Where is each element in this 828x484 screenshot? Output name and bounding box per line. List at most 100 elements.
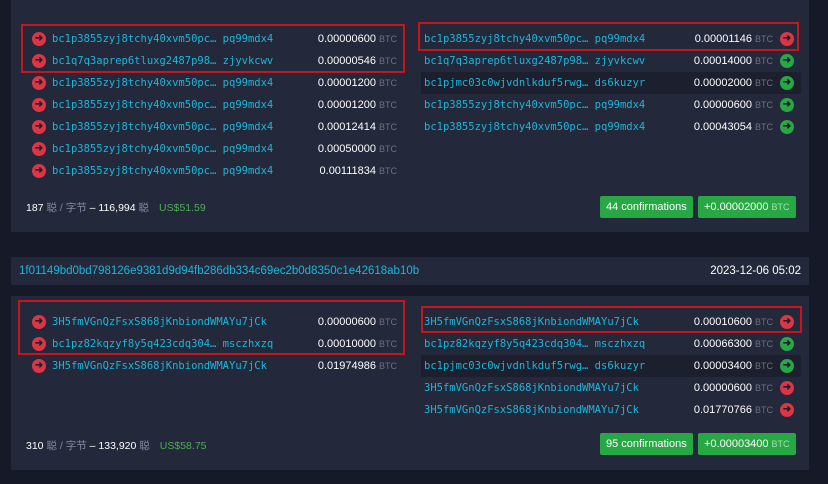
- amount: 0.00014000 BTC: [694, 50, 773, 72]
- transaction-card-1: ➜ bc1p3855zyj8tchy40xvm50pc… pq99mdx4 0.00…: [11, 0, 809, 232]
- unspent-arrow-icon[interactable]: ➜: [780, 76, 794, 90]
- address-row: ➜ bc1pz82kqzyf8y5q423cdq304… msczhxzq 0.00…: [421, 333, 801, 355]
- amount-value: 0.00001200: [317, 99, 376, 111]
- address-row: ➜ bc1p3855zyj8tchy40xvm50pc… pq99mdx4 0.00…: [421, 116, 801, 138]
- amount: 0.00000600 BTC: [694, 377, 773, 399]
- transaction-card-2: ➜ 3H5fmVGnQzFsxS868jKnbiondWMAYu7jCk 0.000…: [11, 296, 809, 470]
- address-link[interactable]: bc1p3855zyj8tchy40xvm50pc… pq99mdx4: [424, 116, 645, 138]
- address-link[interactable]: bc1p3855zyj8tchy40xvm50pc… pq99mdx4: [52, 94, 273, 116]
- amount-unit: BTC: [755, 78, 773, 88]
- amount-unit: BTC: [755, 100, 773, 110]
- amount-value: 0.00001200: [317, 77, 376, 89]
- fee-info: 310 聪 / 字节 – 133,920 聪 US$58.75: [26, 438, 207, 453]
- amount-unit: BTC: [379, 166, 397, 176]
- amount-unit: BTC: [755, 56, 773, 66]
- amount-value: 0.00003400: [693, 360, 752, 372]
- amount-unit: BTC: [755, 122, 773, 132]
- fee-usd: US$51.59: [159, 202, 206, 214]
- address-row: ➜ bc1pjmc03c0wjvdnlkduf5rwg… ds6kuzyr 0.00…: [421, 355, 801, 377]
- address-link[interactable]: 3H5fmVGnQzFsxS868jKnbiondWMAYu7jCk: [424, 377, 639, 399]
- amount-unit: BTC: [755, 405, 773, 415]
- net-unit: BTC: [771, 202, 790, 212]
- address-link[interactable]: bc1q7q3aprep6tluxg2487p98… zjyvkcwv: [424, 50, 645, 72]
- amount-unit: BTC: [755, 361, 773, 371]
- transaction-header-2: 1f01149bd0bd798126e9381d9d94fb286db334c6…: [11, 257, 809, 285]
- amount-value: 0.00000600: [693, 382, 752, 394]
- address-link[interactable]: 3H5fmVGnQzFsxS868jKnbiondWMAYu7jCk: [52, 355, 267, 377]
- amount: 0.01770766 BTC: [694, 399, 773, 421]
- highlight-box: [421, 306, 802, 333]
- fee-unit: 聪: [138, 202, 150, 214]
- fee-usd: US$58.75: [159, 440, 207, 452]
- spent-arrow-icon[interactable]: ➜: [32, 98, 46, 112]
- address-row: ➜ 3H5fmVGnQzFsxS868jKnbiondWMAYu7jCk 0.000…: [421, 377, 801, 399]
- amount-unit: BTC: [379, 361, 397, 371]
- address-link[interactable]: bc1p3855zyj8tchy40xvm50pc… pq99mdx4: [52, 138, 273, 160]
- amount-unit: BTC: [379, 144, 397, 154]
- spent-arrow-icon[interactable]: ➜: [32, 164, 46, 178]
- amount: 0.00043054 BTC: [694, 116, 773, 138]
- txid-link[interactable]: 1f01149bd0bd798126e9381d9d94fb286db334c6…: [19, 265, 419, 277]
- amount: 0.00000600 BTC: [694, 94, 773, 116]
- amount: 0.00012414 BTC: [318, 116, 397, 138]
- amount-unit: BTC: [755, 383, 773, 393]
- spent-arrow-icon[interactable]: ➜: [32, 142, 46, 156]
- amount-unit: BTC: [379, 122, 397, 132]
- spent-arrow-icon[interactable]: ➜: [32, 359, 46, 373]
- net-amount-button[interactable]: +0.00003400 BTC: [698, 433, 796, 455]
- address-link[interactable]: bc1p3855zyj8tchy40xvm50pc… pq99mdx4: [424, 94, 645, 116]
- amount: 0.00066300 BTC: [694, 333, 773, 355]
- address-row: ➜ bc1p3855zyj8tchy40xvm50pc… pq99mdx4 0.00…: [23, 94, 403, 116]
- fee-rate-unit: 聪 / 字节: [46, 202, 87, 214]
- fee-rate-unit: 聪 / 字节: [46, 440, 87, 452]
- unspent-arrow-icon[interactable]: ➜: [780, 359, 794, 373]
- fee: 116,994: [98, 202, 136, 214]
- highlight-box: [21, 24, 405, 73]
- address-row: ➜ bc1q7q3aprep6tluxg2487p98… zjyvkcwv 0.00…: [421, 50, 801, 72]
- spent-arrow-icon[interactable]: ➜: [780, 381, 794, 395]
- address-link[interactable]: bc1p3855zyj8tchy40xvm50pc… pq99mdx4: [52, 116, 273, 138]
- spent-arrow-icon[interactable]: ➜: [32, 120, 46, 134]
- dash: –: [89, 202, 96, 214]
- unspent-arrow-icon[interactable]: ➜: [780, 54, 794, 68]
- amount-value: 0.00014000: [693, 55, 752, 67]
- fee-info: 187 聪 / 字节 – 116,994 聪 US$51.59: [26, 200, 206, 215]
- address-row: ➜ bc1p3855zyj8tchy40xvm50pc… pq99mdx4 0.00…: [23, 160, 403, 182]
- amount: 0.01974986 BTC: [318, 355, 397, 377]
- unspent-arrow-icon[interactable]: ➜: [780, 120, 794, 134]
- amount: 0.00111834 BTC: [320, 160, 397, 182]
- amount-value: 0.00012414: [317, 121, 376, 133]
- highlight-box: [18, 300, 405, 355]
- amount: 0.00002000 BTC: [694, 72, 773, 94]
- fee-rate: 187: [26, 202, 44, 214]
- amount-value: 0.01974986: [317, 360, 376, 372]
- dash: –: [89, 440, 96, 452]
- spent-arrow-icon[interactable]: ➜: [32, 76, 46, 90]
- amount-value: 0.00043054: [693, 121, 752, 133]
- confirmations-button[interactable]: 44 confirmations: [600, 196, 693, 218]
- confirmations-button[interactable]: 95 confirmations: [600, 433, 693, 455]
- address-row: ➜ 3H5fmVGnQzFsxS868jKnbiondWMAYu7jCk 0.017…: [421, 399, 801, 421]
- fee-rate: 310: [26, 440, 44, 452]
- spent-arrow-icon[interactable]: ➜: [780, 403, 794, 417]
- address-link[interactable]: bc1pjmc03c0wjvdnlkduf5rwg… ds6kuzyr: [424, 72, 645, 94]
- address-row: ➜ bc1pjmc03c0wjvdnlkduf5rwg… ds6kuzyr 0.00…: [421, 72, 801, 94]
- address-link[interactable]: bc1p3855zyj8tchy40xvm50pc… pq99mdx4: [52, 72, 273, 94]
- amount-value: 0.00000600: [693, 99, 752, 111]
- address-link[interactable]: bc1p3855zyj8tchy40xvm50pc… pq99mdx4: [52, 160, 273, 182]
- unspent-arrow-icon[interactable]: ➜: [780, 337, 794, 351]
- amount: 0.00001200 BTC: [318, 94, 397, 116]
- net-amount-button[interactable]: +0.00002000 BTC: [698, 196, 796, 218]
- amount-value: 0.00066300: [693, 338, 752, 350]
- address-row: ➜ bc1p3855zyj8tchy40xvm50pc… pq99mdx4 0.00…: [23, 72, 403, 94]
- fee-unit: 聪: [139, 440, 150, 452]
- net-amount: +0.00003400: [704, 438, 769, 450]
- address-link[interactable]: 3H5fmVGnQzFsxS868jKnbiondWMAYu7jCk: [424, 399, 639, 421]
- address-row: ➜ bc1p3855zyj8tchy40xvm50pc… pq99mdx4 0.00…: [23, 138, 403, 160]
- net-unit: BTC: [771, 439, 790, 449]
- amount-unit: BTC: [379, 78, 397, 88]
- address-link[interactable]: bc1pjmc03c0wjvdnlkduf5rwg… ds6kuzyr: [424, 355, 645, 377]
- address-link[interactable]: bc1pz82kqzyf8y5q423cdq304… msczhxzq: [424, 333, 645, 355]
- unspent-arrow-icon[interactable]: ➜: [780, 98, 794, 112]
- amount: 0.00003400 BTC: [694, 355, 773, 377]
